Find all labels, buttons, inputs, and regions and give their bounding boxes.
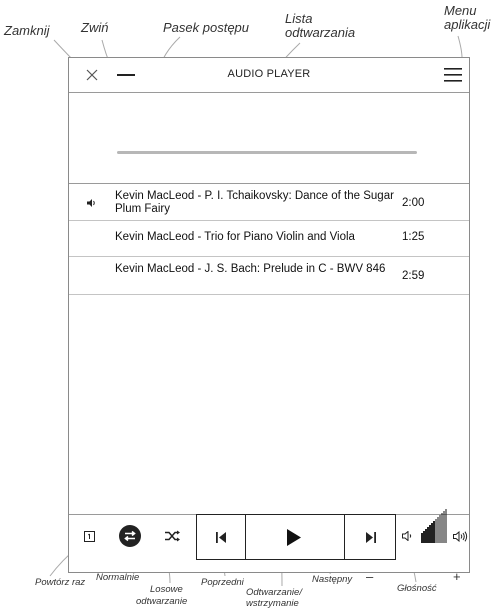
now-playing-speaker-icon: [87, 199, 95, 207]
annotation-shuffle-line2: odtwarzanie: [136, 596, 188, 607]
next-icon: [365, 531, 376, 543]
normal-mode-button[interactable]: [111, 507, 149, 565]
annotation-playpause-line1: Odtwarzanie/: [246, 587, 302, 598]
annotation-minimize: Zwiń: [81, 20, 109, 35]
repeat-once-button[interactable]: [73, 507, 105, 565]
shuffle-icon: [165, 530, 180, 542]
hamburger-menu-icon: [444, 68, 462, 82]
annotation-playpause-line2: wstrzymanie: [246, 598, 299, 609]
app-menu-button[interactable]: [441, 64, 465, 86]
audio-player-window: AUDIO PLAYER Kevin MacLeod - P. I. Tchai…: [68, 57, 470, 573]
volume-up-icon: [452, 530, 467, 542]
volume-down-icon: [401, 531, 411, 541]
annotation-normal: Normalnie: [96, 572, 140, 583]
annotation-menu-line1: Menu: [444, 3, 477, 18]
repeat-once-icon: [83, 530, 95, 542]
track-duration: 1:25: [402, 231, 425, 243]
shuffle-button[interactable]: [155, 507, 191, 565]
track-title: Kevin MacLeod - P. I. Tchaikovsky: Dance…: [115, 190, 394, 215]
previous-button[interactable]: [196, 514, 246, 560]
annotation-playlist-line1: Lista: [285, 11, 313, 26]
track-title: Kevin MacLeod - J. S. Bach: Prelude in C…: [115, 263, 386, 275]
annotation-shuffle-line1: Losowe: [150, 584, 183, 595]
annotation-repeat-once: Powtórz raz: [35, 577, 86, 588]
previous-icon: [215, 531, 226, 543]
annotation-menu-line2: aplikacji: [444, 17, 491, 32]
play-icon: [287, 528, 301, 546]
progress-area: [69, 93, 469, 184]
annotation-volume: Głośność: [397, 583, 437, 594]
annotation-next: Następny: [312, 574, 353, 585]
track-duration: 2:59: [402, 270, 425, 282]
annotation-progress: Pasek postępu: [163, 20, 250, 35]
progress-bar[interactable]: [117, 151, 417, 154]
window-title: AUDIO PLAYER: [227, 68, 311, 80]
top-bar: AUDIO PLAYER: [69, 58, 469, 93]
track-duration: 2:00: [402, 197, 425, 209]
annotation-close: Zamknij: [4, 23, 50, 38]
annotation-previous: Poprzedni: [201, 577, 244, 588]
normal-mode-icon: [119, 525, 141, 547]
annotation-playlist-line2: odtwarzania: [285, 25, 356, 40]
bottom-control-bar: [69, 509, 469, 573]
volume-down-button[interactable]: [396, 507, 418, 565]
playlist-row[interactable]: Kevin MacLeod - P. I. Tchaikovsky: Dance…: [69, 184, 469, 221]
play-pause-button[interactable]: [244, 514, 344, 560]
volume-up-button[interactable]: [446, 507, 474, 565]
playlist-row[interactable]: Kevin MacLeod - Trio for Piano Violin an…: [69, 221, 469, 257]
playlist-row[interactable]: Kevin MacLeod - J. S. Bach: Prelude in C…: [69, 257, 469, 295]
track-title: Kevin MacLeod - Trio for Piano Violin an…: [115, 231, 355, 243]
next-button[interactable]: [344, 514, 396, 560]
